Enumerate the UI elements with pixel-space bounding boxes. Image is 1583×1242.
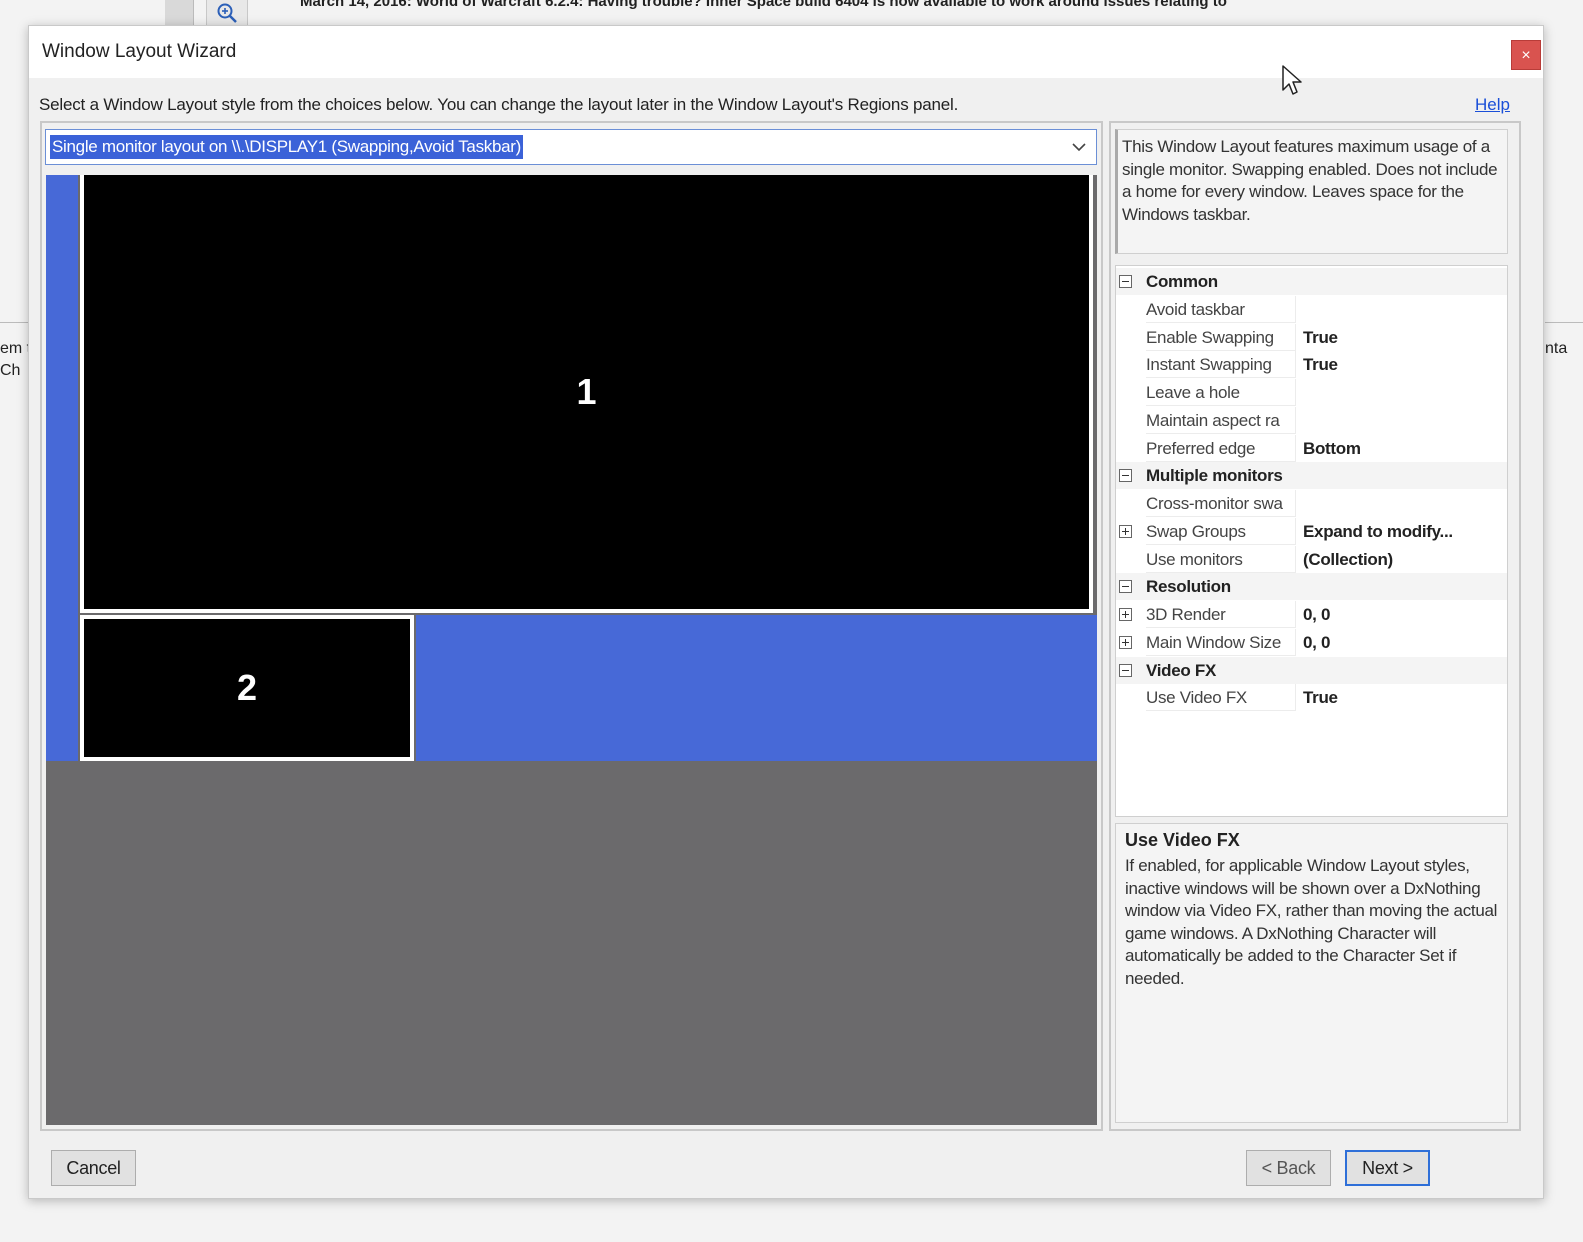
monitor-preview: 1 2: [46, 175, 1097, 1125]
property-row[interactable]: Main Window Size 0, 0: [1116, 628, 1507, 656]
property-help-text: If enabled, for applicable Window Layout…: [1125, 856, 1498, 988]
property-category-label: Common: [1146, 272, 1218, 291]
background-text-left: em t Ch: [0, 338, 30, 382]
property-divider: [1295, 351, 1296, 379]
window-layout-wizard-dialog: Window Layout Wizard × Select a Window L…: [28, 25, 1544, 1199]
property-name: Cross-monitor swa: [1146, 490, 1296, 517]
property-category-label: Video FX: [1146, 660, 1217, 680]
property-name: Instant Swapping: [1146, 351, 1296, 379]
expand-icon[interactable]: [1119, 608, 1132, 621]
dialog-titlebar[interactable]: Window Layout Wizard ×: [29, 26, 1543, 78]
property-divider: [1295, 379, 1296, 406]
property-row[interactable]: Use monitors (Collection): [1116, 545, 1507, 573]
property-value[interactable]: 0, 0: [1303, 601, 1503, 628]
property-divider: [1295, 684, 1296, 712]
unused-space-bottom: [416, 615, 1097, 761]
property-grid[interactable]: Common Avoid taskbar Enable Swapping True In…: [1115, 265, 1508, 817]
back-button[interactable]: < Back: [1246, 1150, 1331, 1186]
property-divider: [1295, 517, 1296, 545]
expand-icon[interactable]: [1119, 524, 1132, 538]
property-row[interactable]: Cross-monitor swa: [1116, 490, 1507, 517]
property-category-label: Multiple monitors: [1146, 466, 1283, 486]
property-value[interactable]: Expand to modify...: [1303, 518, 1503, 545]
property-value[interactable]: 0, 0: [1303, 629, 1503, 656]
property-row[interactable]: Preferred edge Bottom: [1116, 434, 1507, 462]
dialog-title: Window Layout Wizard: [42, 41, 237, 62]
close-button[interactable]: ×: [1511, 40, 1541, 70]
instruction-text: Select a Window Layout style from the ch…: [39, 95, 959, 114]
help-link[interactable]: Help: [1475, 95, 1510, 115]
taskbar-space-left: [46, 175, 78, 761]
collapse-icon[interactable]: [1119, 275, 1132, 288]
background-text-line: nta: [1545, 340, 1568, 357]
property-divider: [1295, 295, 1296, 323]
collapse-icon[interactable]: [1119, 580, 1132, 594]
layout-style-selected-value: Single monitor layout on \\.\DISPLAY1 (S…: [50, 135, 523, 159]
property-row[interactable]: Instant Swapping True: [1116, 351, 1507, 379]
property-row[interactable]: Enable Swapping True: [1116, 323, 1507, 351]
property-divider: [1295, 628, 1296, 656]
collapse-icon[interactable]: [1119, 469, 1132, 483]
property-row[interactable]: Swap Groups Expand to modify...: [1116, 517, 1507, 545]
property-value[interactable]: (Collection): [1303, 546, 1503, 573]
region-1[interactable]: 1: [80, 175, 1093, 613]
property-row[interactable]: Avoid taskbar: [1116, 295, 1507, 323]
property-name: Leave a hole: [1146, 379, 1296, 406]
layout-style-dropdown[interactable]: Single monitor layout on \\.\DISPLAY1 (S…: [45, 129, 1097, 165]
property-category[interactable]: Common: [1116, 268, 1507, 295]
property-row[interactable]: 3D Render 0, 0: [1116, 601, 1507, 628]
property-row[interactable]: Leave a hole: [1116, 379, 1507, 406]
property-name: Swap Groups: [1146, 518, 1296, 545]
property-divider: [1295, 434, 1296, 462]
background-divider-right: [1545, 322, 1583, 323]
next-button[interactable]: Next >: [1345, 1150, 1430, 1186]
expand-icon[interactable]: [1119, 635, 1132, 649]
property-category[interactable]: Multiple monitors: [1116, 462, 1507, 490]
property-divider: [1295, 545, 1296, 573]
property-value[interactable]: True: [1303, 684, 1503, 711]
layout-description: This Window Layout features maximum usag…: [1115, 129, 1508, 254]
background-text-right: nta: [1545, 338, 1583, 360]
property-divider: [1295, 490, 1296, 517]
region-label: 2: [236, 667, 258, 708]
property-name: Enable Swapping: [1146, 324, 1296, 351]
property-value[interactable]: True: [1303, 324, 1503, 351]
region-label: 1: [576, 371, 597, 412]
mouse-cursor-icon: [1281, 64, 1303, 101]
property-value[interactable]: Bottom: [1303, 435, 1503, 462]
property-help-title: Use Video FX: [1125, 830, 1240, 850]
cancel-button[interactable]: Cancel: [51, 1150, 136, 1186]
property-name: Use monitors: [1146, 546, 1296, 573]
background-text-line: em t: [0, 340, 30, 357]
property-help-box: Use Video FX If enabled, for applicable …: [1115, 823, 1508, 1123]
property-category[interactable]: Resolution: [1116, 573, 1507, 601]
background-text-line: Ch: [0, 362, 21, 379]
property-name: Use Video FX: [1146, 684, 1296, 712]
property-name: Maintain aspect ra: [1146, 407, 1296, 434]
property-name: 3D Render: [1146, 601, 1296, 628]
zoom-button[interactable]: [206, 0, 248, 27]
property-name: Main Window Size: [1146, 629, 1296, 656]
property-divider: [1295, 406, 1296, 434]
property-category[interactable]: Video FX: [1116, 656, 1507, 684]
background-divider-left: [0, 322, 30, 323]
property-value[interactable]: True: [1303, 351, 1503, 378]
region-2[interactable]: 2: [80, 615, 414, 761]
close-icon: ×: [1521, 47, 1531, 64]
property-row[interactable]: Maintain aspect ra: [1116, 406, 1507, 434]
property-name: Avoid taskbar: [1146, 296, 1296, 323]
property-name: Preferred edge: [1146, 435, 1296, 462]
collapse-icon[interactable]: [1119, 663, 1132, 677]
property-row[interactable]: Use Video FX True: [1116, 684, 1507, 712]
property-category-label: Resolution: [1146, 577, 1231, 597]
background-headline: March 14, 2016: World of Warcraft 6.2.4:…: [300, 0, 1227, 10]
background-toolbar: [165, 0, 194, 26]
property-divider: [1295, 323, 1296, 351]
property-divider: [1295, 601, 1296, 628]
chevron-down-icon[interactable]: [1070, 138, 1088, 161]
